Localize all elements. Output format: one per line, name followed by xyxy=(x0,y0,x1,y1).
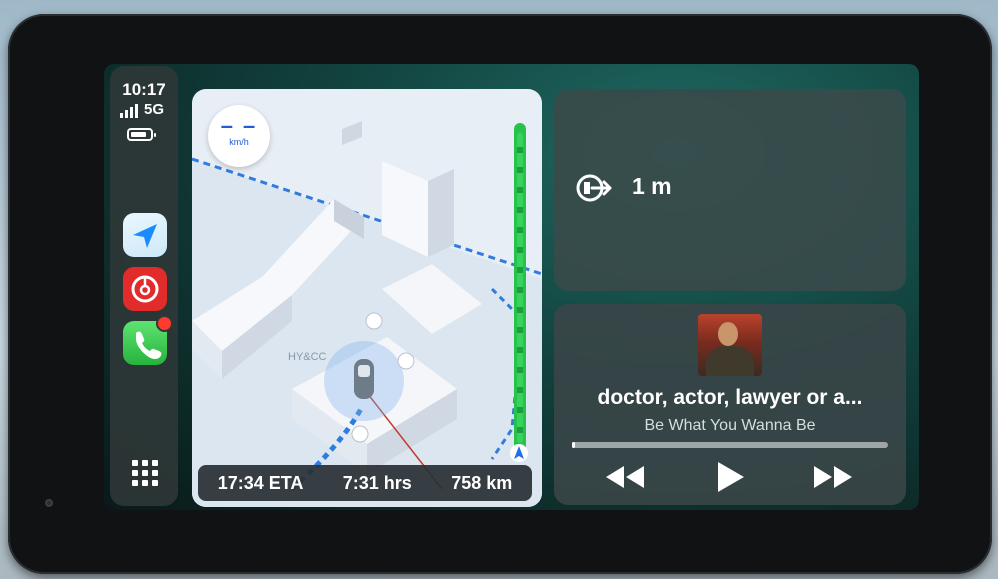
eta-text: 17:34 ETA xyxy=(217,472,304,493)
turn-instruction-card[interactable]: 1 m xyxy=(554,89,906,291)
playback-progress-fill xyxy=(572,442,576,448)
carplay-screen: 10:17 5G HY&CC – – km/h 17:34 ETA 7:31 h… xyxy=(104,64,919,510)
exit-turn-right-icon xyxy=(576,174,612,202)
speed-value: – – xyxy=(220,113,258,138)
trip-summary-bar[interactable]: 17:34 ETA 7:31 hrs 758 km xyxy=(198,465,532,501)
phone-app-icon[interactable] xyxy=(123,315,173,365)
play-icon xyxy=(718,462,744,492)
position-arrow-icon xyxy=(510,444,528,462)
notification-badge xyxy=(156,315,173,332)
maps-app-icon[interactable] xyxy=(123,213,167,257)
netease-music-icon xyxy=(131,275,159,303)
album-title: Be What You Wanna Be xyxy=(644,417,816,434)
traffic-progress-bar xyxy=(514,123,526,453)
battery-icon xyxy=(127,128,156,141)
album-art[interactable] xyxy=(698,314,762,376)
camera-dot xyxy=(45,499,53,507)
fast-forward-icon xyxy=(814,466,852,488)
rewind-button[interactable] xyxy=(602,460,648,494)
distance-text: 758 km xyxy=(451,472,513,493)
network-type: 5G xyxy=(144,101,165,118)
speed-unit: km/h xyxy=(229,137,249,147)
maps-arrow-icon xyxy=(133,224,157,248)
car-display-bezel: 10:17 5G HY&CC – – km/h 17:34 ETA 7:31 h… xyxy=(8,14,992,574)
signal-strength-icon xyxy=(120,104,138,118)
music-app-icon[interactable] xyxy=(123,267,167,311)
fast-forward-button[interactable] xyxy=(810,460,856,494)
app-grid-icon[interactable] xyxy=(132,460,158,486)
song-title: doctor, actor, lawyer or a... xyxy=(597,386,863,409)
now-playing-card[interactable]: doctor, actor, lawyer or a... Be What Yo… xyxy=(554,304,906,505)
navigation-map[interactable]: HY&CC – – km/h 17:34 ETA 7:31 hrs 758 km xyxy=(192,89,542,507)
maneuver-distance: 1 m xyxy=(632,173,672,199)
status-time: 10:17 xyxy=(122,80,166,99)
playback-progress[interactable] xyxy=(572,442,888,448)
speedometer: – – km/h xyxy=(208,105,270,167)
carplay-sidebar: 10:17 5G xyxy=(110,66,178,506)
map-place-label: HY&CC xyxy=(288,351,327,363)
duration-text: 7:31 hrs xyxy=(342,472,412,493)
rewind-icon xyxy=(606,466,644,488)
play-button[interactable] xyxy=(714,460,746,494)
